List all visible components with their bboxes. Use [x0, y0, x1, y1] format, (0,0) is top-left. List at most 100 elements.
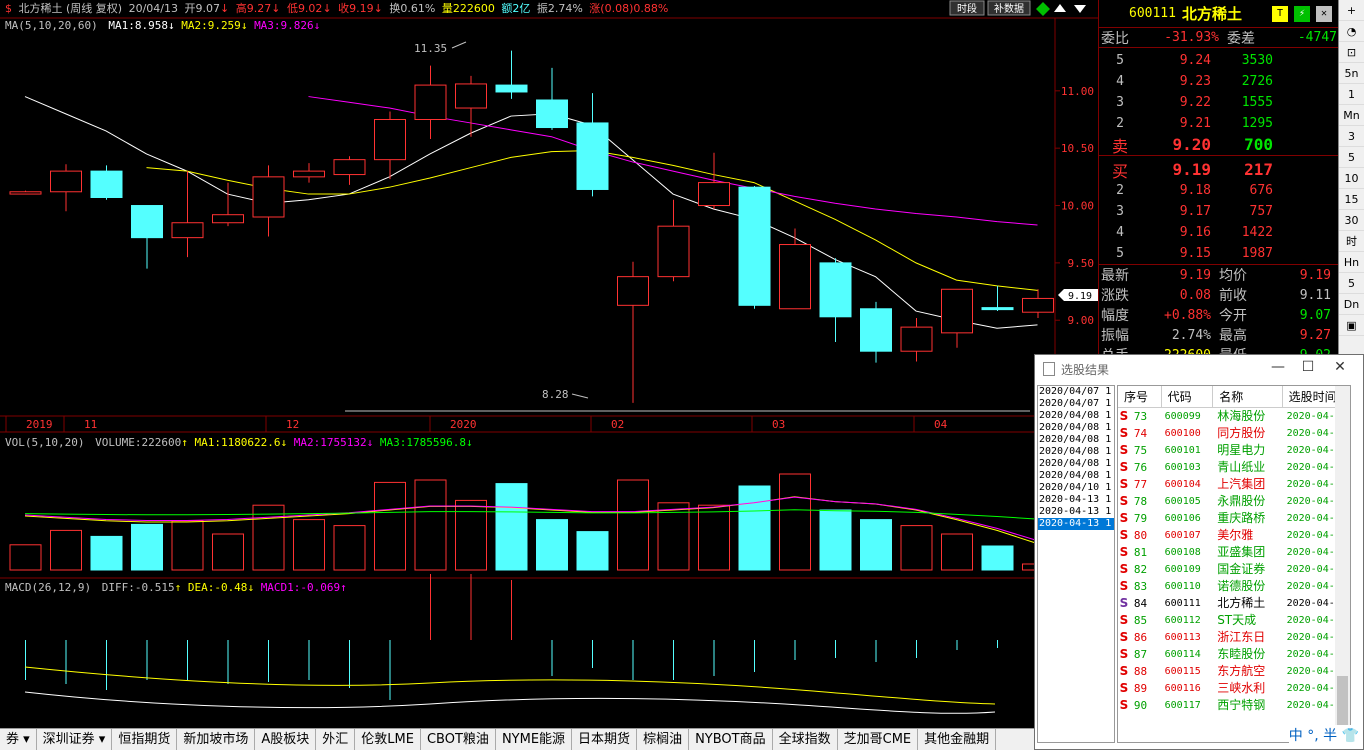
market-tab[interactable]: 日本期货: [572, 729, 638, 750]
toolbar-button[interactable]: 10: [1339, 168, 1364, 189]
toolbar-button[interactable]: 5n: [1339, 63, 1364, 84]
result-time-item[interactable]: 2020/04/08 1: [1038, 410, 1114, 422]
row-name: 同方股份: [1217, 426, 1266, 440]
row-name: 东方航空: [1217, 664, 1266, 678]
toolbar-button[interactable]: +: [1339, 0, 1364, 21]
toolbar-button[interactable]: 3: [1339, 126, 1364, 147]
toolbar-button[interactable]: 5: [1339, 147, 1364, 168]
result-time-list[interactable]: 2020/04/07 1 2020/04/07 1 2020/04/08 1 2020…: [1037, 385, 1115, 743]
market-tab[interactable]: 深圳证券 ▾: [37, 729, 113, 750]
table-row[interactable]: S 78 600105 永鼎股份 2020-04-13: [1118, 493, 1350, 510]
toolbar-button[interactable]: 5: [1339, 273, 1364, 294]
fill-data-button[interactable]: 补数据: [987, 0, 1031, 16]
current-price-tag: 9.19: [1058, 289, 1098, 302]
market-tab[interactable]: A股板块: [255, 729, 317, 750]
result-time-item[interactable]: 2020/04/08 1: [1038, 458, 1114, 470]
signal-marker: S: [1119, 511, 1129, 525]
table-row[interactable]: S 87 600114 东睦股份 2020-04-13: [1118, 646, 1350, 663]
market-tab[interactable]: NYBOT商品: [689, 729, 773, 750]
result-time-item[interactable]: 2020/04/08 1: [1038, 422, 1114, 434]
result-time-item[interactable]: 2020/04/08 1: [1038, 434, 1114, 446]
volume-bar: [576, 531, 609, 571]
close-button[interactable]: ✕: [1325, 359, 1355, 375]
result-time-item[interactable]: 2020/04/07 1: [1038, 386, 1114, 398]
table-row[interactable]: S 79 600106 重庆路桥 2020-04-13: [1118, 510, 1350, 527]
table-row[interactable]: S 81 600108 亚盛集团 2020-04-13: [1118, 544, 1350, 561]
toolbar-button[interactable]: ⊡: [1339, 42, 1364, 63]
table-row[interactable]: S 80 600107 美尔雅 2020-04-13: [1118, 527, 1350, 544]
table-row[interactable]: S 89 600116 三峡水利 2020-04-13: [1118, 680, 1350, 697]
stat-label-2: 前收: [1219, 288, 1247, 304]
stat-value-2: 9.07: [1299, 307, 1331, 323]
row-index: 80: [1133, 529, 1148, 542]
table-row[interactable]: S 73 600099 林海股份 2020-04-13: [1118, 408, 1350, 425]
signal-marker: S: [1119, 562, 1129, 576]
market-tab[interactable]: 新加坡市场: [177, 729, 256, 750]
stock-name: 北方稀土: [1181, 5, 1242, 23]
toolbar-button[interactable]: ◔: [1339, 21, 1364, 42]
table-row[interactable]: S 82 600109 国金证券 2020-04-13: [1118, 561, 1350, 578]
col-header-name[interactable]: 名称: [1213, 386, 1283, 407]
lightning-icon[interactable]: ⚡: [1293, 5, 1310, 22]
bid-row: 3 9.17 757: [1116, 204, 1273, 219]
table-row[interactable]: S 88 600115 东方航空 2020-04-13: [1118, 663, 1350, 680]
market-tab[interactable]: 券 ▾: [0, 729, 37, 750]
table-row[interactable]: S 74 600100 同方股份 2020-04-13: [1118, 425, 1350, 442]
market-tab[interactable]: 全球指数: [773, 729, 838, 750]
minimize-button[interactable]: —: [1263, 359, 1293, 375]
market-tab[interactable]: 伦敦LME: [355, 729, 421, 750]
row-code: 600113: [1164, 632, 1201, 643]
volume-bar: [495, 483, 528, 571]
table-row[interactable]: S 77 600104 上汽集团 2020-04-13: [1118, 476, 1350, 493]
result-time-item[interactable]: 2020-04-13 1: [1038, 494, 1114, 506]
quote-header: 600111 北方稀土 T ⚡ ✕: [1099, 0, 1338, 28]
result-time-item[interactable]: 2020/04/08 1: [1038, 446, 1114, 458]
scrollbar[interactable]: [1335, 386, 1350, 742]
bid-book: 买 9.19 217 2 9.18 676 3 9.17 757 4 9.16 1422 5 9.…: [1099, 155, 1338, 264]
volume-bar: [981, 545, 1014, 571]
time-period-button[interactable]: 时段: [949, 0, 985, 16]
toolbar-button[interactable]: 30: [1339, 210, 1364, 231]
kline-chart[interactable]: $ 北方稀土 (周线 复权) 20/04/13 开9.07↓ 高9.27↓ 低9…: [0, 0, 1098, 722]
table-row[interactable]: S 84 600111 北方稀土 2020-04-13: [1118, 595, 1350, 612]
toolbar-button[interactable]: Hn: [1339, 252, 1364, 273]
market-tab[interactable]: 其他金融期: [918, 729, 997, 750]
row-index: 85: [1133, 614, 1148, 627]
toolbar-button[interactable]: 时: [1339, 231, 1364, 252]
volume-bar: [293, 519, 325, 571]
table-row[interactable]: S 86 600113 浙江东日 2020-04-13: [1118, 629, 1350, 646]
market-tab[interactable]: 棕榈油: [637, 729, 690, 750]
row-code: 600099: [1164, 411, 1201, 422]
low-price-label: 8.28: [542, 388, 569, 401]
ime-indicator[interactable]: 中 °, 半 👕: [1288, 725, 1359, 745]
market-tab[interactable]: 外汇: [316, 729, 356, 750]
market-tab[interactable]: 芝加哥CME: [838, 729, 919, 750]
maximize-button[interactable]: ☐: [1293, 359, 1323, 375]
market-tab[interactable]: CBOT粮油: [421, 729, 496, 750]
result-time-item[interactable]: 2020/04/07 1: [1038, 398, 1114, 410]
date-tick: 11: [84, 418, 97, 431]
table-row[interactable]: S 90 600117 西宁特钢 2020-04-13: [1118, 697, 1350, 714]
market-tab[interactable]: NYME能源: [496, 729, 573, 750]
close-icon[interactable]: ✕: [1315, 5, 1332, 22]
result-time-item[interactable]: 2020/04/10 1: [1038, 482, 1114, 494]
result-time-item[interactable]: 2020-04-13 1: [1038, 506, 1114, 518]
table-row[interactable]: S 75 600101 明星电力 2020-04-13: [1118, 442, 1350, 459]
toolbar-button[interactable]: 15: [1339, 189, 1364, 210]
date-tick: 2019: [26, 418, 53, 431]
col-header-index[interactable]: 序号: [1118, 386, 1162, 407]
toolbar-button[interactable]: 1: [1339, 84, 1364, 105]
t-icon[interactable]: T: [1271, 5, 1288, 22]
toolbar-button[interactable]: Dn: [1339, 294, 1364, 315]
col-header-code[interactable]: 代码: [1162, 386, 1214, 407]
result-time-item[interactable]: 2020-04-13 1: [1038, 518, 1114, 530]
market-tab[interactable]: 恒指期货: [112, 729, 178, 750]
table-row[interactable]: S 83 600110 诺德股份 2020-04-13: [1118, 578, 1350, 595]
table-row[interactable]: S 85 600112 ST天成 2020-04-13: [1118, 612, 1350, 629]
toolbar-button[interactable]: ▣: [1339, 315, 1364, 336]
volume-bar: [819, 509, 852, 571]
row-code: 600103: [1164, 462, 1201, 473]
toolbar-button[interactable]: Mn: [1339, 105, 1364, 126]
table-row[interactable]: S 76 600103 青山纸业 2020-04-13: [1118, 459, 1350, 476]
result-time-item[interactable]: 2020/04/08 1: [1038, 470, 1114, 482]
